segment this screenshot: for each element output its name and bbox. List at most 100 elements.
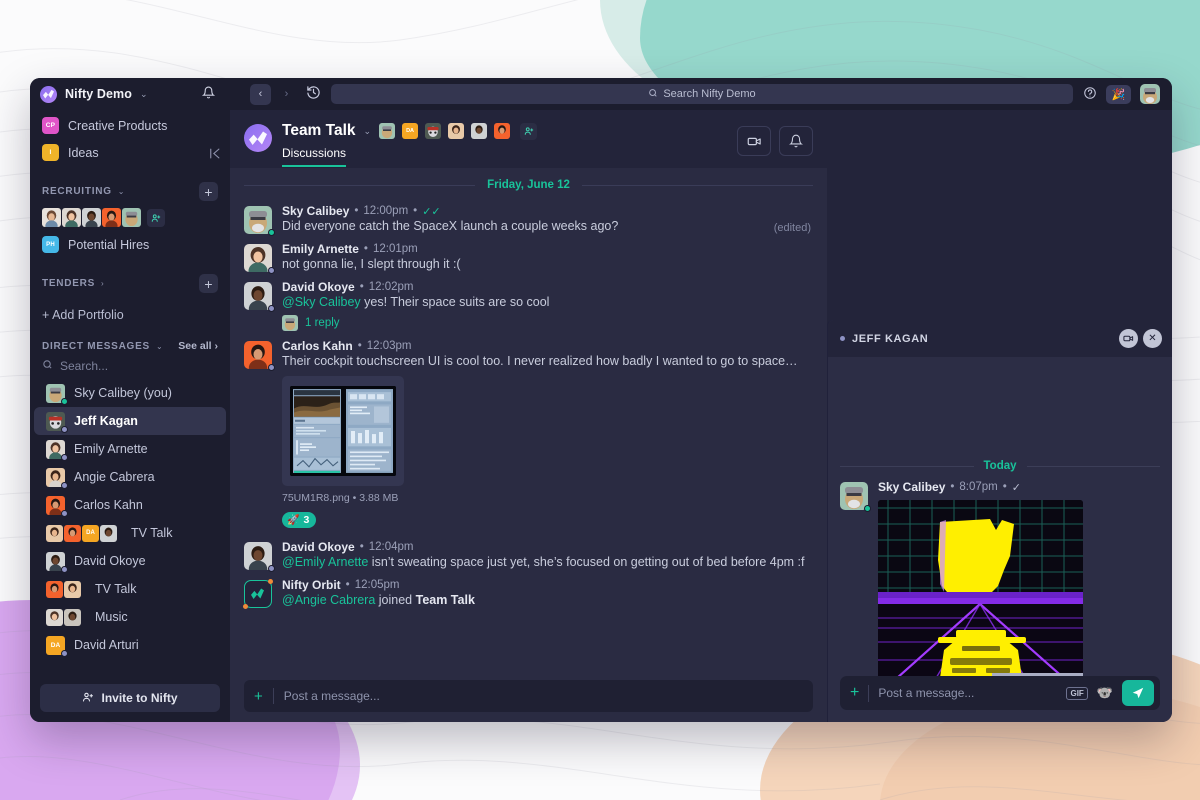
message-row[interactable]: David Okoye • 12:02pm @Sky Calibey yes! …	[244, 276, 813, 335]
presence-indicator	[864, 505, 871, 512]
chevron-right-icon[interactable]: ›	[101, 279, 104, 288]
avatar	[46, 551, 68, 573]
bell-icon[interactable]	[779, 126, 813, 156]
message-row[interactable]: Carlos Kahn • 12:03pm Their cockpit touc…	[244, 335, 813, 532]
sidebar-item-potential-hires[interactable]: PH Potential Hires	[30, 231, 230, 258]
avatar	[244, 542, 275, 572]
sidebar-item-ideas[interactable]: I Ideas	[30, 139, 230, 166]
emoji-picker-icon[interactable]: 🐨	[1097, 685, 1113, 701]
attachment-thumbnail[interactable]	[282, 376, 404, 486]
chevron-down-icon[interactable]: ⌄	[156, 342, 163, 351]
gif-attachment[interactable]: Powered by GIPHY	[878, 500, 1083, 676]
reaction-badge[interactable]: 🚀 3	[282, 512, 317, 528]
chevron-down-icon[interactable]: ⌄	[364, 126, 372, 137]
dm-panel-header: JEFF KAGAN ✕	[828, 320, 1172, 357]
notifications-bell-icon[interactable]	[201, 86, 215, 102]
attachment[interactable]: 75UM1R8.png • 3.88 MB 🚀 3	[282, 376, 813, 528]
see-all-dms-link[interactable]: See all ›	[178, 340, 218, 352]
celebrate-button[interactable]: 🎉	[1106, 84, 1131, 104]
invite-to-nifty-button[interactable]: Invite to Nifty	[40, 684, 220, 712]
dm-item-tv-talk-2[interactable]: TV Talk	[34, 575, 226, 603]
page-title: Team Talk	[282, 122, 356, 139]
close-icon[interactable]: ✕	[1143, 329, 1162, 348]
avatar[interactable]	[1140, 84, 1160, 104]
avatar	[46, 495, 68, 517]
help-icon[interactable]	[1083, 86, 1097, 103]
video-camera-icon[interactable]	[737, 126, 771, 156]
dm-composer[interactable]: + Post a message... GIF 🐨	[840, 676, 1160, 710]
add-attachment-button[interactable]: +	[254, 689, 263, 704]
dm-item-angie-cabrera[interactable]: Angie Cabrera	[34, 463, 226, 491]
dm-item-label: Carlos Kahn	[74, 498, 143, 512]
message-list[interactable]: Friday, June 12 Sky Calibey • 12:00pm • …	[230, 168, 827, 680]
section-header-tenders[interactable]: TENDERS › +	[30, 258, 230, 298]
tab-discussions[interactable]: Discussions	[282, 146, 347, 167]
dm-item-sky-calibey[interactable]: Sky Calibey (you)	[34, 379, 226, 407]
message-row[interactable]: Emily Arnette • 12:01pm not gonna lie, I…	[244, 238, 813, 276]
dm-item-david-arturi[interactable]: DA David Arturi	[34, 631, 226, 659]
add-attachment-button[interactable]: +	[850, 685, 859, 701]
message-author: Sky Calibey	[282, 204, 350, 218]
message-author: David Okoye	[282, 540, 355, 554]
bot-avatar-icon	[244, 580, 272, 608]
channel-members[interactable]: DA	[379, 122, 538, 140]
add-to-recruiting-button[interactable]: +	[199, 182, 218, 201]
add-to-tenders-button[interactable]: +	[199, 274, 218, 293]
channel-header: Team Talk ⌄ DA Discussions	[230, 110, 827, 168]
recruiting-members	[30, 206, 230, 231]
dm-search-input[interactable]: Search...	[30, 356, 230, 379]
mention-link[interactable]: @Angie Cabrera	[282, 593, 375, 607]
avatar	[471, 123, 488, 139]
search-input[interactable]: Search Nifty Demo	[331, 84, 1073, 104]
message-channel-name: Team Talk	[415, 593, 475, 607]
nav-back-button[interactable]: ‹	[250, 83, 271, 105]
chevron-down-icon[interactable]: ⌄	[140, 89, 148, 100]
section-header-recruiting[interactable]: RECRUITING ⌄ +	[30, 166, 230, 206]
collapse-sidebar-icon[interactable]	[207, 146, 222, 165]
message-separator: •	[950, 481, 955, 493]
presence-indicator	[61, 649, 68, 657]
chevron-down-icon[interactable]: ⌄	[118, 187, 125, 196]
dm-message-row[interactable]: Sky Calibey • 8:07pm • ✓	[840, 476, 1160, 676]
dm-item-tv-talk-1[interactable]: DA TV Talk	[34, 519, 226, 547]
avatar	[244, 244, 275, 274]
thread-reply-link[interactable]: 1 reply	[305, 317, 340, 329]
gif-button[interactable]: GIF	[1066, 686, 1088, 700]
message-row[interactable]: Nifty Orbit • 12:05pm @Angie Cabrera joi…	[243, 574, 813, 612]
add-person-icon[interactable]	[147, 208, 165, 227]
topbar-actions: 🎉	[1083, 84, 1172, 104]
dm-item-emily-arnette[interactable]: Emily Arnette	[34, 435, 226, 463]
group-avatar-stack	[46, 580, 82, 598]
channel-message-input[interactable]: Post a message...	[284, 689, 803, 703]
message-text-tail: isn’t sweating space just yet, she’s foc…	[368, 555, 805, 569]
dm-item-david-okoye[interactable]: David Okoye	[34, 547, 226, 575]
add-person-icon[interactable]	[520, 122, 538, 140]
nav-forward-button[interactable]: ›	[276, 84, 297, 105]
dm-item-carlos-kahn[interactable]: Carlos Kahn	[34, 491, 226, 519]
history-icon[interactable]	[306, 85, 321, 103]
dm-item-label: David Arturi	[74, 638, 139, 652]
mention-link[interactable]: @Emily Arnette	[282, 555, 368, 569]
presence-indicator	[268, 565, 275, 572]
thread-reply-row[interactable]: 1 reply	[282, 315, 813, 331]
send-icon[interactable]	[1122, 680, 1154, 706]
dm-item-jeff-kagan[interactable]: Jeff Kagan	[34, 407, 226, 435]
message-separator: •	[357, 340, 362, 352]
channel-composer[interactable]: + Post a message...	[244, 680, 813, 712]
message-row[interactable]: Sky Calibey • 12:00pm • ✓✓ Did everyone …	[244, 200, 813, 238]
dm-message-input[interactable]: Post a message...	[878, 686, 1057, 700]
dm-message-list[interactable]: Today Sky Calibey • 8:07pm • ✓	[828, 357, 1172, 676]
avatar	[102, 208, 121, 227]
workspace-switcher[interactable]: Nifty Demo ⌄	[30, 85, 230, 103]
sidebar-item-creative-products[interactable]: CP Creative Products	[30, 112, 230, 139]
video-camera-icon[interactable]	[1119, 329, 1138, 348]
mention-link[interactable]: @Sky Calibey	[282, 295, 361, 309]
add-portfolio-button[interactable]: + Add Portfolio	[30, 298, 230, 328]
dm-item-music[interactable]: Music	[34, 603, 226, 631]
giphy-credit: Powered by GIPHY	[991, 673, 1083, 676]
project-badge: I	[42, 144, 59, 161]
message-row[interactable]: David Okoye • 12:04pm @Emily Arnette isn…	[244, 536, 813, 574]
message-separator: •	[363, 243, 368, 255]
avatar-stack[interactable]	[42, 208, 142, 227]
sidebar-item-label: Ideas	[68, 145, 99, 160]
